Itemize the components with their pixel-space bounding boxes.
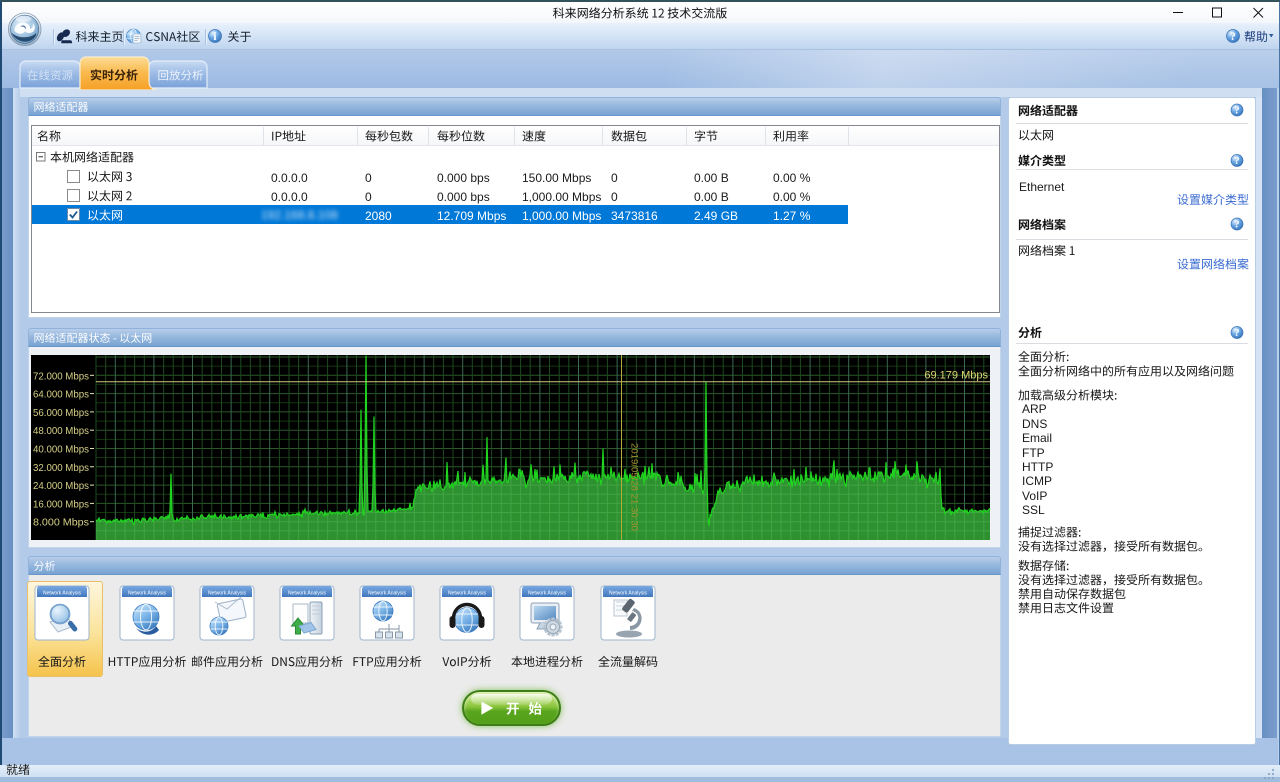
svg-text:?: ? xyxy=(1234,219,1239,230)
svg-text:?: ? xyxy=(1234,328,1239,339)
svg-text:?: ? xyxy=(1234,156,1239,167)
svg-text:?: ? xyxy=(1230,31,1236,43)
svg-text:i: i xyxy=(213,31,216,43)
svg-text:?: ? xyxy=(1234,105,1239,116)
